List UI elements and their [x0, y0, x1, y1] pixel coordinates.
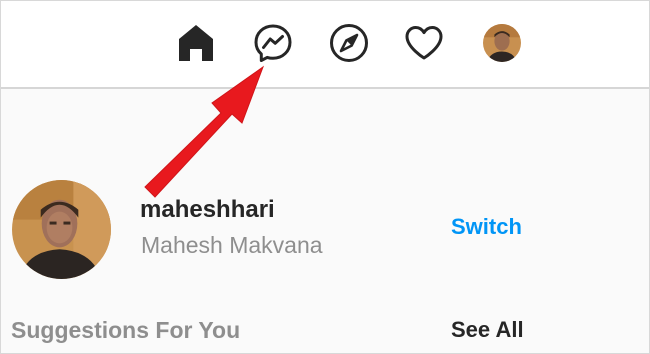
home-icon[interactable] — [176, 23, 216, 63]
suggestions-heading: Suggestions For You — [11, 317, 241, 343]
see-all-button[interactable]: See All — [451, 317, 524, 343]
username[interactable]: maheshhari — [140, 196, 275, 224]
full-name: Mahesh Makvana — [141, 232, 323, 258]
profile-avatar[interactable] — [483, 24, 521, 62]
explore-compass-icon[interactable] — [329, 23, 369, 63]
top-navigation-bar — [1, 1, 649, 89]
activity-heart-icon[interactable] — [404, 23, 444, 63]
instagram-window: maheshhari Mahesh Makvana Switch Suggest… — [0, 0, 650, 354]
user-avatar[interactable] — [12, 180, 111, 279]
switch-account-button[interactable]: Switch — [451, 214, 522, 240]
messenger-icon[interactable] — [253, 23, 293, 63]
